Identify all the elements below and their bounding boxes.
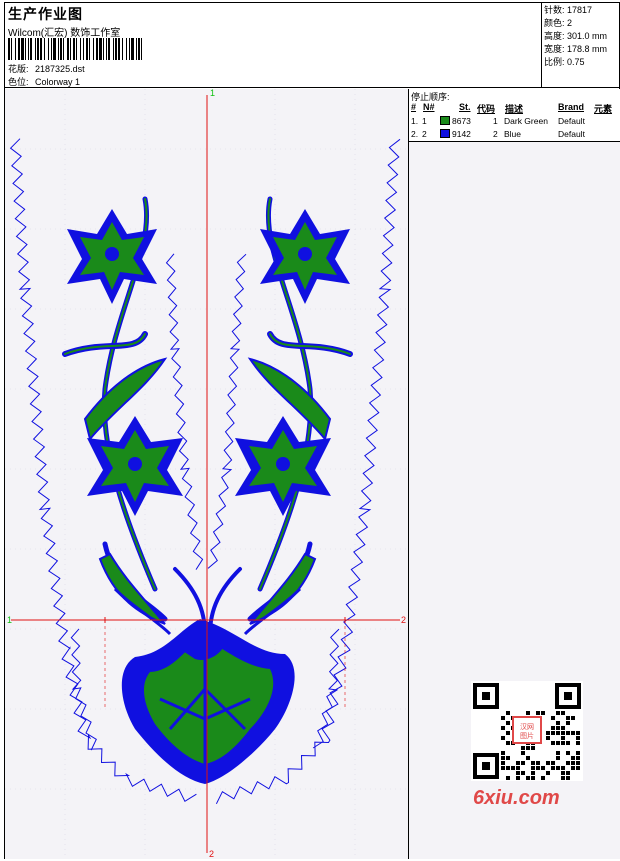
axis-marker-bottom: 2	[209, 849, 214, 859]
design-label: 花版:	[8, 64, 29, 74]
col-brand: Brand	[558, 102, 585, 112]
watermark-site: 6xiu.com	[473, 787, 560, 809]
color-swatch	[440, 116, 450, 125]
row-st: 9142	[452, 129, 471, 139]
row-num: 2.	[411, 129, 419, 139]
row-desc: Blue	[504, 129, 522, 139]
stat-label: 宽度:	[544, 44, 565, 54]
colorway-value: Colorway 1	[35, 77, 81, 87]
stat-label: 颜色:	[544, 18, 565, 28]
stat-label: 针数:	[544, 5, 565, 15]
stat-value: 0.75	[567, 57, 585, 67]
thread-panel: 停止顺序: # N# St. 代码 描述 Brand 元素 1. 1 8673 …	[409, 89, 620, 859]
col-num: #	[411, 102, 417, 112]
qr-code[interactable]: 汉网图片	[471, 681, 583, 781]
axis-marker-right: 2	[401, 615, 406, 625]
col-st: St.	[459, 102, 471, 112]
barcode	[8, 38, 142, 60]
row-desc: Dark Green	[504, 116, 548, 126]
colorway-line: 色位: Colorway 1	[8, 75, 80, 88]
stat-height: 高度: 301.0 mm	[544, 30, 620, 43]
color-swatch	[440, 129, 450, 138]
stat-label: 高度:	[544, 31, 565, 41]
stop-sequence-table: 停止顺序: # N# St. 代码 描述 Brand 元素 1. 1 8673 …	[409, 89, 620, 142]
page-title: 生产作业图	[8, 6, 83, 22]
stat-colors: 颜色: 2	[544, 17, 620, 30]
stats-box: 针数: 17817 颜色: 2 高度: 301.0 mm 宽度: 178.8 m…	[542, 2, 620, 88]
header-info: 生产作业图 Wilcom(汇宏) 数饰工作室 花版: 2187325.dst 色…	[4, 2, 542, 88]
design-file: 2187325.dst	[35, 64, 85, 74]
row-code: 1	[493, 116, 498, 126]
embroidery-preview: 1 2 1 2	[5, 89, 408, 859]
stat-label: 比例:	[544, 57, 565, 67]
flower-mid-left	[87, 416, 183, 516]
design-canvas[interactable]: 1 2 1 2	[5, 89, 409, 859]
row-brand: Default	[558, 116, 585, 126]
col-desc: 描述	[505, 104, 524, 114]
colorway-label: 色位:	[8, 77, 29, 87]
row-st: 8673	[452, 116, 471, 126]
col-code: 代码	[477, 104, 496, 114]
stat-width: 宽度: 178.8 mm	[544, 43, 620, 56]
stat-stitches: 针数: 17817	[544, 4, 620, 17]
row-brand: Default	[558, 129, 585, 139]
col-elem: 元素	[594, 104, 613, 114]
axis-marker-left: 1	[7, 615, 12, 625]
stat-value: 2	[567, 18, 573, 28]
row-num: 1.	[411, 116, 419, 126]
design-line: 花版: 2187325.dst	[8, 62, 85, 75]
qr-pattern: 汉网图片	[473, 683, 581, 780]
stat-scale: 比例: 0.75	[544, 56, 620, 69]
col-n: N#	[423, 102, 435, 112]
stat-value: 301.0 mm	[567, 31, 608, 41]
row-code: 2	[493, 129, 498, 139]
row-n: 1	[422, 116, 427, 126]
flower-top-left	[67, 209, 157, 304]
stat-value: 178.8 mm	[567, 44, 608, 54]
stat-value: 17817	[567, 5, 593, 15]
row-n: 2	[422, 129, 427, 139]
studio-name: Wilcom(汇宏) 数饰工作室	[8, 28, 121, 39]
flower-bottom	[121, 619, 295, 784]
axis-marker-top: 1	[210, 89, 215, 98]
